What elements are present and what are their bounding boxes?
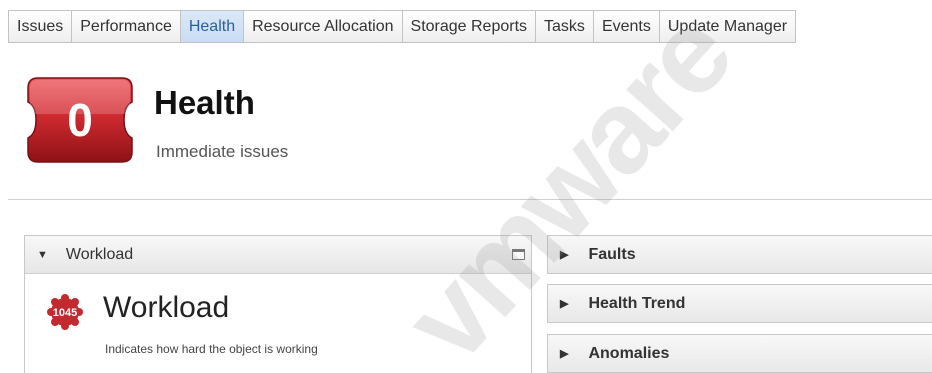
workload-panel-header-label: Workload — [65, 245, 134, 263]
health-score-badge-icon: 0 — [27, 77, 133, 163]
tab-storage-reports[interactable]: Storage Reports — [401, 10, 536, 43]
page-title: Health — [154, 84, 255, 121]
tab-events[interactable]: Events — [592, 10, 659, 43]
tab-bar: Issues Performance Health Resource Alloc… — [8, 10, 797, 43]
health-trend-label: Health Trend — [588, 294, 686, 312]
tab-update-manager[interactable]: Update Manager — [658, 10, 797, 43]
health-score-value: 0 — [67, 94, 93, 146]
caret-right-icon[interactable]: ▶ — [560, 347, 568, 360]
tab-performance[interactable]: Performance — [71, 10, 180, 43]
workload-title: Workload — [103, 291, 230, 324]
workload-panel: ▼ Workload 1045 Workload Indicates how h… — [24, 235, 532, 373]
workload-badge-icon: 1045 — [47, 294, 83, 330]
faults-panel-header[interactable]: ▶ Faults — [547, 235, 932, 274]
workload-panel-header[interactable]: ▼ Workload — [25, 236, 531, 274]
faults-label: Faults — [588, 245, 636, 263]
caret-down-icon[interactable]: ▼ — [37, 249, 48, 261]
tab-issues[interactable]: Issues — [8, 10, 72, 43]
tab-tasks[interactable]: Tasks — [535, 10, 593, 43]
page-subtitle: Immediate issues — [156, 142, 289, 161]
workload-description: Indicates how hard the object is working — [105, 342, 318, 356]
divider — [8, 199, 932, 200]
caret-right-icon[interactable]: ▶ — [560, 248, 568, 261]
workload-badge-value: 1045 — [53, 307, 77, 319]
tab-health[interactable]: Health — [179, 10, 244, 43]
maximize-icon[interactable] — [512, 249, 525, 260]
health-trend-panel-header[interactable]: ▶ Health Trend — [547, 284, 932, 323]
anomalies-panel-header[interactable]: ▶ Anomalies — [547, 334, 932, 373]
anomalies-label: Anomalies — [588, 344, 670, 362]
tab-resource-allocation[interactable]: Resource Allocation — [243, 10, 402, 43]
caret-right-icon[interactable]: ▶ — [560, 297, 568, 310]
